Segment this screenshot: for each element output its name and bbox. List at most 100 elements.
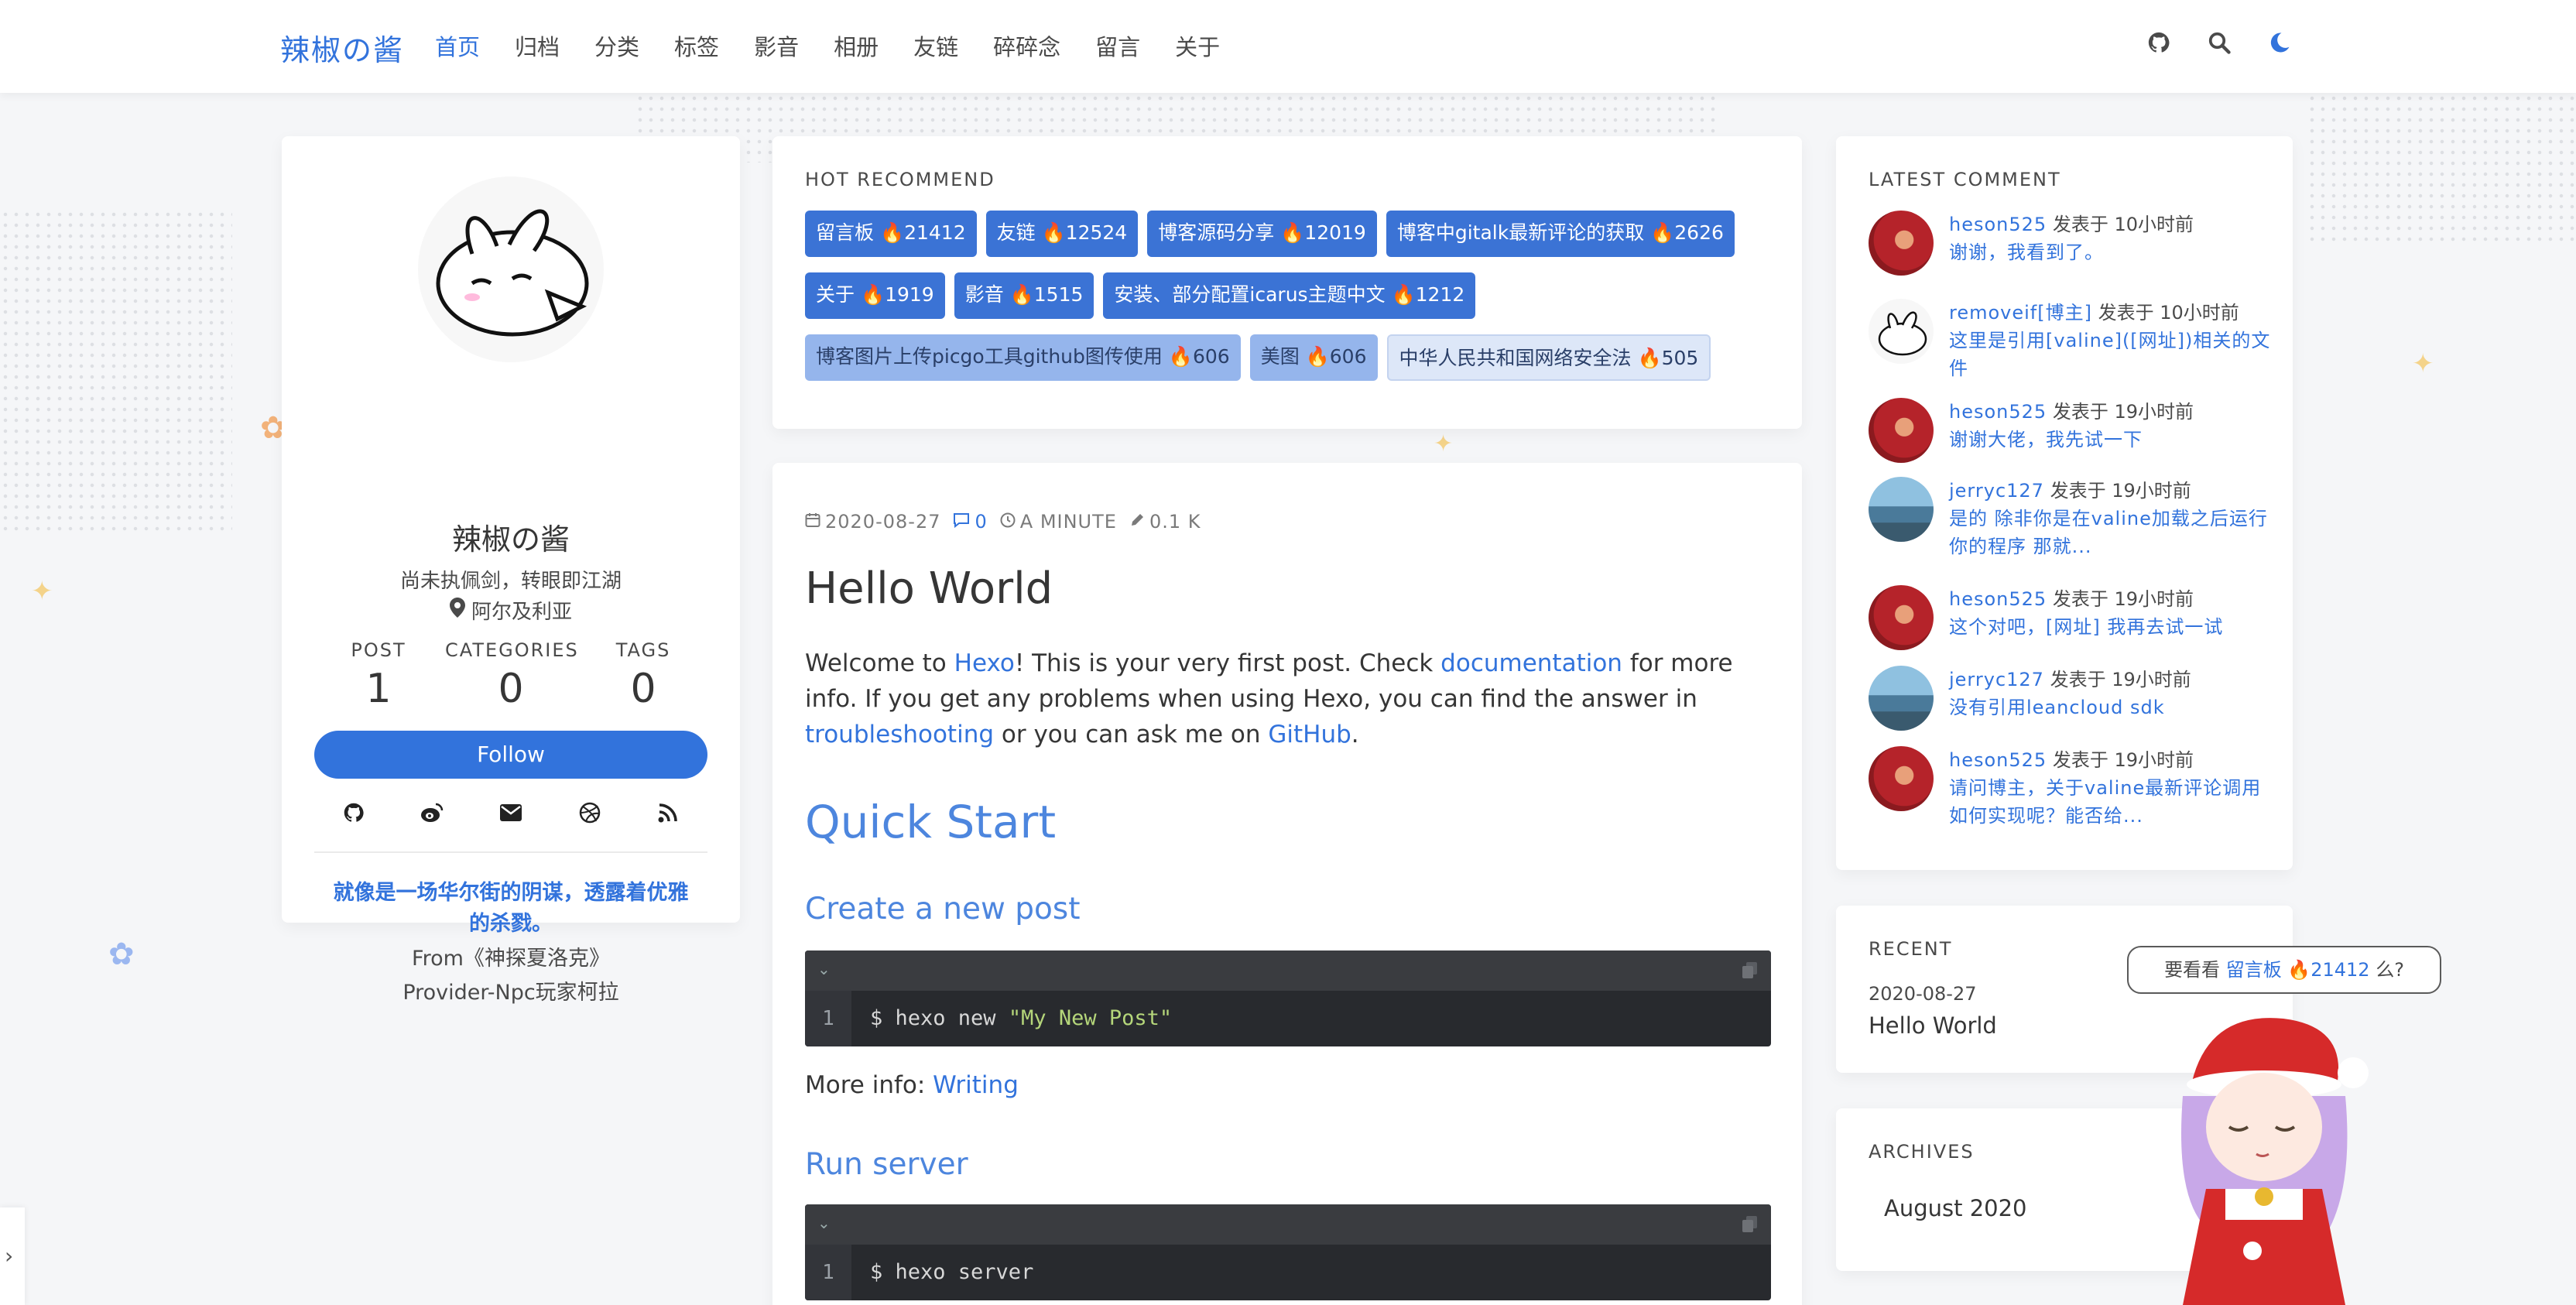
post-card: 2020-08-27 0 A MINUTE 0.1 K Hello World …	[772, 463, 1802, 1305]
comment-time: 发表于 10小时前	[2091, 302, 2239, 324]
stat-tags[interactable]: TAGS 0	[577, 639, 709, 712]
archive-item[interactable]: August 2020	[1884, 1195, 2027, 1221]
comment-item[interactable]: heson525 发表于 19小时前 请问博主，关于valine最新评论调用如何实…	[1869, 746, 2271, 830]
dribbble-icon[interactable]	[577, 800, 602, 825]
comment-avatar[interactable]	[1869, 666, 1934, 731]
latest-comments-title: LATEST COMMENT	[1869, 169, 2061, 190]
comment-avatar[interactable]	[1869, 585, 1934, 650]
writing-link[interactable]: Writing	[933, 1071, 1019, 1099]
copy-icon[interactable]	[1742, 961, 1759, 980]
nav-item-notes[interactable]: 碎碎念	[993, 29, 1060, 62]
comment-item[interactable]: heson525 发表于 19小时前 这个对吧，[网址] 我再去试一试	[1869, 585, 2271, 650]
copy-icon[interactable]	[1742, 1215, 1759, 1234]
comment-item[interactable]: jerryc127 发表于 19小时前 没有引用leancloud sdk	[1869, 666, 2271, 731]
comment-item[interactable]: removeif[博主] 发表于 10小时前这里是引用[valine]([网址]…	[1869, 299, 2271, 382]
chevron-down-icon[interactable]: ⌄	[817, 1214, 831, 1232]
hot-tag[interactable]: 关于 🔥1919	[805, 272, 945, 319]
hot-tag[interactable]: 留言板 🔥21412	[805, 211, 977, 257]
sparkle-decoration: ✦	[1434, 430, 1454, 457]
github-link[interactable]: GitHub	[1268, 721, 1351, 748]
quote-provider: Provider-Npc玩家柯拉	[402, 981, 619, 1005]
hexo-link[interactable]: Hexo	[954, 649, 1015, 677]
nav-icons	[2146, 29, 2293, 56]
stat-categories[interactable]: CATEGORIES 0	[445, 639, 577, 712]
github-icon[interactable]	[2146, 29, 2172, 56]
heading-quick-start: Quick Start	[805, 796, 1057, 848]
follow-button[interactable]: Follow	[314, 731, 707, 779]
comment-user[interactable]: heson525	[1949, 749, 2047, 771]
comment-avatar[interactable]	[1869, 398, 1934, 463]
comment-text: heson525 发表于 10小时前谢谢，我看到了。	[1949, 211, 2194, 276]
location-label: 阿尔及利亚	[471, 601, 572, 624]
nav-item-media[interactable]: 影音	[754, 29, 799, 62]
moon-icon[interactable]	[2266, 29, 2293, 56]
hot-tag[interactable]: 美图 🔥606	[1249, 334, 1378, 381]
comment-item[interactable]: jerryc127 发表于 19小时前是的 除非你是在valine加载之后运行你…	[1869, 477, 2271, 560]
troubleshooting-link[interactable]: troubleshooting	[805, 721, 994, 748]
recent-post-link[interactable]: Hello World	[1869, 1012, 1997, 1039]
nav-item-album[interactable]: 相册	[834, 29, 879, 62]
hot-tag[interactable]: 影音 🔥1515	[954, 272, 1094, 319]
comment-user[interactable]: jerryc127	[1949, 480, 2044, 502]
comment-message[interactable]: 没有引用leancloud sdk	[1949, 694, 2191, 721]
stat-posts[interactable]: POST 1	[313, 639, 444, 712]
comment-time: 发表于 10小时前	[2047, 214, 2194, 235]
comment-user[interactable]: removeif[博主]	[1949, 302, 2092, 324]
chevron-down-icon[interactable]: ⌄	[817, 960, 831, 978]
code-command: $ hexo new	[870, 1006, 1009, 1030]
code-header: ⌄	[805, 950, 1771, 991]
nav-item-home[interactable]: 首页	[435, 29, 480, 62]
rss-icon[interactable]	[656, 800, 680, 825]
avatar	[418, 176, 604, 362]
comment-avatar[interactable]	[1869, 746, 1934, 811]
comment-user[interactable]: heson525	[1949, 214, 2047, 235]
nav-item-message[interactable]: 留言	[1095, 29, 1140, 62]
profile-motto: 尚未执佩剑，转眼即江湖	[399, 570, 622, 593]
comment-user[interactable]: heson525	[1949, 588, 2047, 610]
hot-tag[interactable]: 中华人民共和国网络安全法 🔥505	[1386, 334, 1711, 381]
comment-avatar[interactable]	[1869, 299, 1934, 364]
hot-tag[interactable]: 博客源码分享 🔥12019	[1147, 211, 1377, 257]
comment-time: 发表于 19小时前	[2043, 480, 2191, 502]
post-comments[interactable]: 0	[953, 511, 987, 533]
comment-item[interactable]: heson525 发表于 10小时前谢谢，我看到了。	[1869, 211, 2271, 276]
comment-message[interactable]: 谢谢大佬，我先试一下	[1949, 426, 2194, 454]
quote-text: 就像是一场华尔街的阴谋，透露着优雅的杀戮。	[333, 881, 689, 936]
comment-text: removeif[博主] 发表于 10小时前这里是引用[valine]([网址]…	[1949, 299, 2271, 382]
weibo-icon[interactable]	[420, 800, 444, 825]
documentation-link[interactable]: documentation	[1440, 649, 1622, 677]
post-title[interactable]: Hello World	[805, 563, 1053, 614]
navbar: 辣椒の酱 首页 归档 分类 标签 影音 相册 友链 碎碎念 留言 关于	[0, 0, 2576, 93]
search-icon[interactable]	[2206, 29, 2232, 56]
sidebar-toggle[interactable]: ›	[0, 1207, 25, 1305]
nav-item-tags[interactable]: 标签	[674, 29, 719, 62]
mascot-character[interactable]	[2160, 995, 2392, 1305]
comment-message[interactable]: 这个对吧，[网址] 我再去试一试	[1949, 613, 2223, 641]
background-dots	[2307, 93, 2576, 248]
nav-item-archive[interactable]: 归档	[515, 29, 560, 62]
hot-tag[interactable]: 安装、部分配置icarus主题中文 🔥1212	[1103, 272, 1476, 319]
hot-tag[interactable]: 博客中gitalk最新评论的获取 🔥2626	[1386, 211, 1735, 257]
comment-user[interactable]: heson525	[1949, 401, 2047, 423]
nav-item-links[interactable]: 友链	[913, 29, 958, 62]
comment-message[interactable]: 这里是引用[valine]([网址])相关的文件	[1949, 327, 2271, 382]
hot-tag[interactable]: 友链 🔥12524	[985, 211, 1139, 257]
comment-avatar[interactable]	[1869, 211, 1934, 276]
intro-text: Welcome to	[805, 649, 954, 677]
comment-avatar[interactable]	[1869, 477, 1934, 542]
comment-message[interactable]: 请问博主，关于valine最新评论调用如何实现呢？能否给...	[1949, 774, 2271, 830]
bubble-link[interactable]: 留言板 🔥21412	[2226, 959, 2370, 981]
comment-message[interactable]: 谢谢，我看到了。	[1949, 238, 2194, 266]
comment-user[interactable]: jerryc127	[1949, 669, 2044, 690]
hot-tag[interactable]: 博客图片上传picgo工具github图传使用 🔥606	[805, 334, 1241, 381]
nav-item-about[interactable]: 关于	[1175, 29, 1220, 62]
comment-item[interactable]: heson525 发表于 19小时前 谢谢大佬，我先试一下	[1869, 398, 2271, 463]
site-logo[interactable]: 辣椒の酱	[280, 26, 404, 69]
github-icon[interactable]	[341, 800, 366, 825]
email-icon[interactable]	[498, 800, 523, 825]
chevron-right-icon: ›	[5, 1243, 14, 1269]
nav-item-categories[interactable]: 分类	[594, 29, 639, 62]
stat-label: CATEGORIES	[445, 639, 579, 661]
stat-value: 0	[498, 666, 524, 712]
comment-message[interactable]: 是的 除非你是在valine加载之后运行你的程序 那就...	[1949, 505, 2271, 560]
